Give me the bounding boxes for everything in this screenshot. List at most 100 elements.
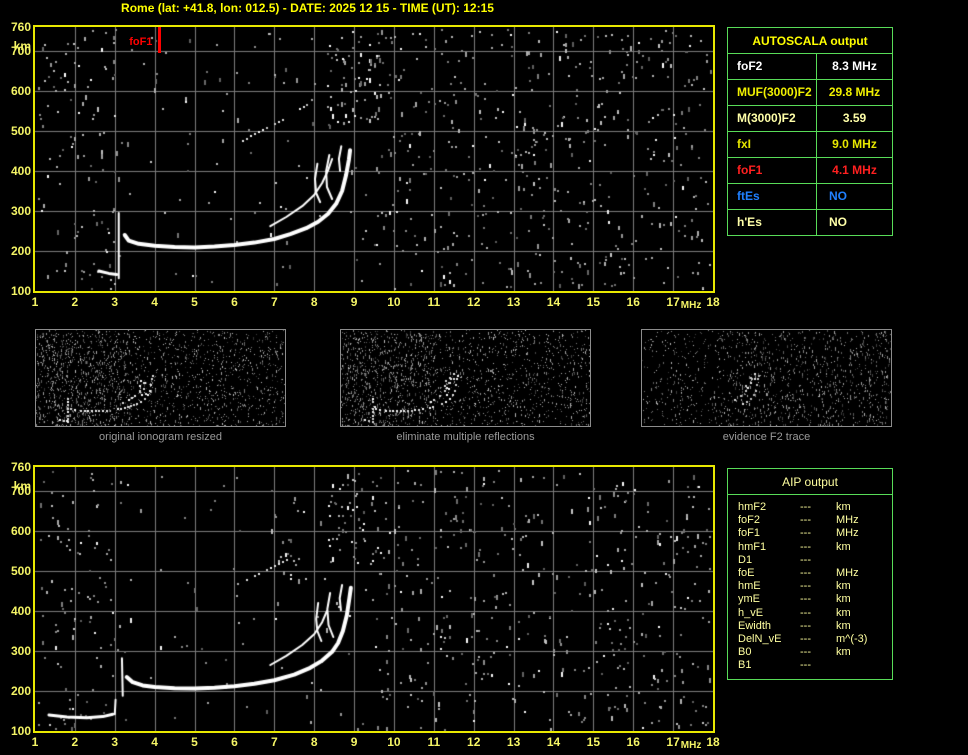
x-tick-label: 1 (31, 735, 39, 749)
aip-row-value: --- (800, 514, 811, 527)
ionogram-canvas-top (33, 25, 715, 293)
aip-row-label: hmF2 (738, 501, 767, 513)
autoscala-row: foF2 8.3 MHz (728, 54, 892, 80)
y-tick-label: 200 (10, 244, 31, 258)
y-tick-label: 400 (10, 164, 31, 178)
aip-row-unit: km (836, 580, 851, 593)
x-axis-unit: MHz (680, 740, 702, 751)
y-tick-label: 500 (10, 564, 31, 578)
aip-row-value: --- (800, 606, 811, 619)
aip-row-value: --- (800, 632, 811, 645)
aip-row-unit: km (836, 606, 851, 619)
x-tick-label: 14 (546, 735, 561, 749)
aip-row-value: --- (800, 527, 811, 540)
y-tick-label: 400 (10, 604, 31, 618)
aip-row-label: foE (738, 566, 755, 579)
autoscala-row-value: NO (829, 215, 847, 229)
aip-row: h_vE --- km (738, 607, 892, 620)
x-tick-label: 7 (270, 735, 278, 749)
autoscala-row-value: NO (829, 189, 847, 203)
thumbnail-canvas-eliminate (340, 329, 591, 427)
thumbnail-caption: original ionogram resized (99, 431, 222, 443)
aip-row-unit: km (836, 646, 851, 659)
y-tick-label: 760 (10, 460, 31, 474)
aip-row-unit: km (836, 593, 851, 606)
x-tick-label: 9 (350, 735, 358, 749)
x-tick-label: 13 (506, 295, 521, 309)
aip-row-unit: km (836, 501, 851, 513)
thumbnail-original-ionogram: original ionogram resized (35, 329, 288, 443)
aip-row-value: --- (800, 566, 811, 579)
aip-row-unit: MHz (836, 527, 859, 540)
aip-row: D1 --- (738, 554, 892, 567)
x-tick-label: 8 (310, 735, 318, 749)
x-tick-label: 11 (427, 735, 441, 749)
aip-row-unit (836, 659, 892, 672)
aip-row-label: B1 (738, 659, 752, 672)
autoscala-row-value: 3.59 (842, 111, 867, 125)
aip-row-value: --- (800, 580, 811, 593)
foF1-marker-line (158, 27, 162, 53)
autoscala-row: ftEs NO (728, 184, 892, 210)
x-tick-label: 3 (111, 735, 119, 749)
autoscala-row: foF1 4.1 MHz (728, 158, 892, 184)
aip-row-unit: MHz (836, 514, 859, 527)
y-axis-unit: km (13, 479, 31, 493)
aip-row-value: --- (800, 540, 811, 553)
aip-table-rows: hmF2 --- km foF2 --- MHz foF1 --- MHz hmF1 --- km D1… (728, 495, 892, 672)
x-axis-unit: MHz (680, 300, 702, 311)
autoscala-output-table: AUTOSCALA output foF2 8.3 MHz MUF(3000)F2 2… (727, 27, 893, 236)
aip-row-label: D1 (738, 553, 753, 566)
x-tick-label: 4 (151, 295, 158, 309)
x-tick-label: 15 (586, 735, 601, 749)
aip-table-title: AIP output (728, 469, 892, 495)
thumbnail-canvas-evidence (641, 329, 892, 427)
x-tick-label: 13 (506, 735, 521, 749)
aip-row-label: foF2 (738, 514, 761, 527)
autoscala-row: h'Es NO (728, 210, 892, 235)
autoscala-table-rows: foF2 8.3 MHz MUF(3000)F2 29.8 MHz M(3000)F2 3… (728, 54, 892, 235)
aip-row: hmF1 --- km (738, 541, 892, 554)
x-tick-label: 2 (71, 735, 79, 749)
autoscala-row-label: fxI (728, 132, 817, 157)
autoscala-row-label: M(3000)F2 (728, 106, 817, 131)
x-tick-label: 7 (270, 295, 278, 309)
aip-row-value: --- (800, 553, 811, 566)
autoscala-row-label: foF2 (728, 54, 817, 79)
autoscala-row-label: h'Es (728, 210, 817, 235)
aip-row-value: --- (800, 646, 811, 659)
thumbnail-eliminate-reflections: eliminate multiple reflections (340, 329, 593, 443)
x-tick-label: 4 (151, 735, 158, 749)
autoscala-row-label: ftEs (728, 184, 817, 209)
aip-row-label: B0 (738, 646, 752, 659)
aip-row-label: h_vE (738, 606, 764, 619)
x-tick-label: 2 (71, 295, 79, 309)
aip-row-label: ymE (738, 593, 760, 606)
x-tick-label: 12 (467, 295, 481, 309)
aip-row: hmF2 --- km (738, 501, 892, 514)
foF1-marker-label: foF1 (129, 36, 153, 48)
x-tick-label: 16 (626, 735, 640, 749)
aip-row-label: Ewidth (738, 619, 772, 632)
aip-row: hmE --- km (738, 580, 892, 593)
ionogram-canvas-bottom (33, 465, 715, 733)
autoscala-row-label: MUF(3000)F2 (728, 80, 817, 105)
aip-row: B0 --- km (738, 646, 892, 659)
autoscala-window: Rome (lat: +41.8, lon: 012.5) - DATE: 20… (0, 0, 968, 755)
thumbnail-evidence-f2: evidence F2 trace (641, 329, 894, 443)
y-tick-label: 760 (10, 20, 31, 34)
aip-row-value: --- (800, 501, 811, 513)
thumbnail-caption: eliminate multiple reflections (396, 431, 535, 443)
aip-row-label: hmF1 (738, 540, 767, 553)
aip-row-value: --- (800, 659, 811, 672)
autoscala-row-value: 8.3 MHz (832, 59, 877, 73)
ionogram-plot-top: 760 700 600 500 400 300 200 100 km 1 2 3 4 5 6 7 8 9 10 11 1… (0, 20, 722, 315)
aip-row-label: hmE (738, 580, 761, 593)
aip-row: foE --- MHz (738, 567, 892, 580)
x-tick-label: 3 (111, 295, 119, 309)
x-tick-label: 12 (467, 735, 481, 749)
autoscala-row-value: 9.0 MHz (832, 137, 877, 151)
x-tick-label: 5 (191, 735, 198, 749)
aip-row: foF2 --- MHz (738, 514, 892, 527)
y-tick-label: 200 (10, 684, 31, 698)
